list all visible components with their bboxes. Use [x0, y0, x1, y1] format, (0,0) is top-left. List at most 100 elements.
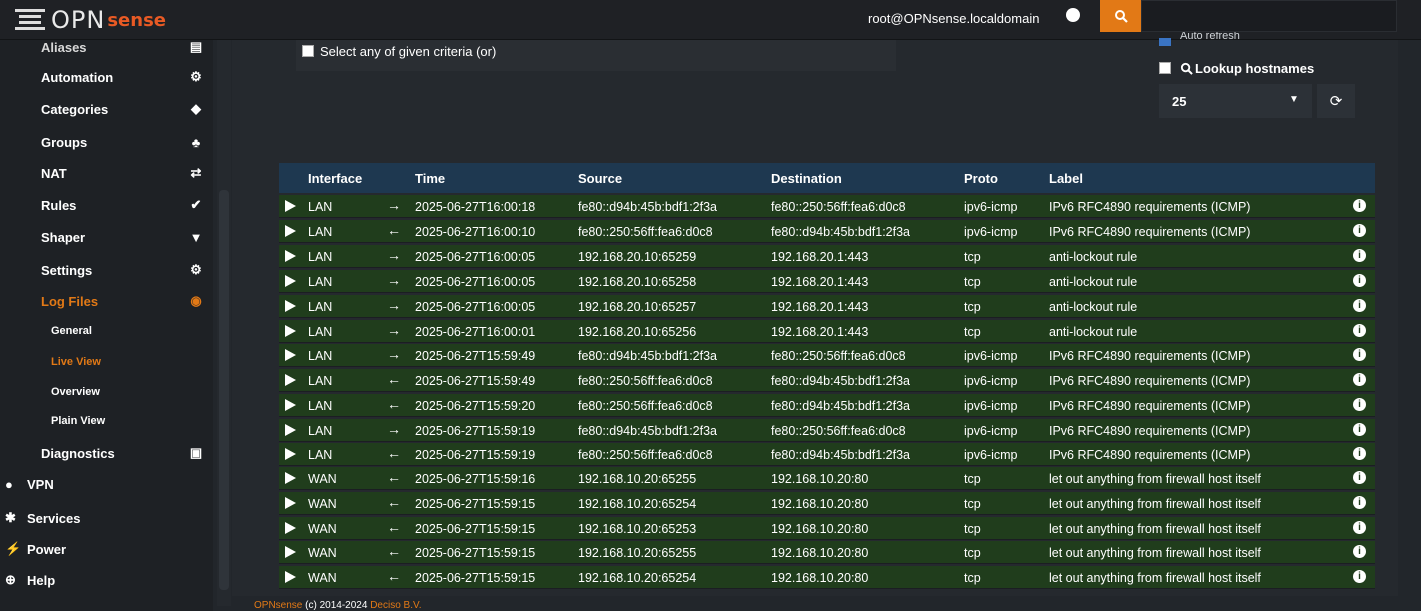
label-cell: anti-lockout rule [1049, 300, 1138, 314]
sidebar-item-aliases[interactable]: Aliases ▤ [0, 38, 213, 56]
expand-row-icon[interactable] [285, 571, 296, 583]
table-row[interactable]: LAN ← 2025-06-27T16:00:10 fe80::250:56ff:fe… [279, 220, 1375, 243]
info-icon[interactable]: i [1353, 447, 1366, 460]
interface-cell: WAN [308, 497, 337, 511]
table-row[interactable]: LAN → 2025-06-27T16:00:18 fe80::d94b:45b:bd… [279, 195, 1375, 218]
table-row[interactable]: LAN → 2025-06-27T16:00:05 192.168.20.10:652… [279, 295, 1375, 318]
proto-cell: ipv6-icmp [964, 374, 1018, 388]
interface-cell: LAN [308, 300, 333, 314]
expand-row-icon[interactable] [285, 522, 296, 534]
info-icon[interactable]: i [1353, 224, 1366, 237]
expand-row-icon[interactable] [285, 374, 296, 386]
table-row[interactable]: WAN ← 2025-06-27T15:59:15 192.168.10.20:652… [279, 541, 1375, 564]
info-icon[interactable]: i [1353, 471, 1366, 484]
source-cell: 192.168.20.10:65259 [578, 250, 697, 264]
search-icon [1180, 62, 1193, 75]
table-row[interactable]: LAN → 2025-06-27T15:59:19 fe80::d94b:45b:bd… [279, 419, 1375, 442]
sidebar-item-vpn[interactable]: ● VPN [0, 475, 213, 493]
search-button[interactable] [1100, 0, 1141, 32]
expand-row-icon[interactable] [285, 300, 296, 312]
sidebar-item-groups[interactable]: Groups ♣ [0, 133, 213, 151]
info-icon[interactable]: i [1353, 373, 1366, 386]
sidebar-scroll-thumb[interactable] [219, 190, 229, 590]
expand-row-icon[interactable] [285, 546, 296, 558]
info-icon[interactable]: i [1353, 423, 1366, 436]
destination-cell: 192.168.20.1:443 [771, 250, 869, 264]
sidebar-subitem-live-view[interactable]: Live View [51, 356, 101, 368]
info-icon[interactable]: i [1353, 249, 1366, 262]
info-icon[interactable]: i [1353, 545, 1366, 558]
expand-row-icon[interactable] [285, 250, 296, 262]
expand-row-icon[interactable] [285, 225, 296, 237]
info-icon[interactable]: i [1353, 199, 1366, 212]
column-header-time[interactable]: Time [415, 171, 445, 186]
sidebar-subitem-plain-view[interactable]: Plain View [51, 415, 105, 427]
column-header-label[interactable]: Label [1049, 171, 1083, 186]
table-row[interactable]: LAN → 2025-06-27T16:00:05 192.168.20.10:652… [279, 245, 1375, 268]
sidebar-item-rules[interactable]: Rules ✔ [0, 196, 213, 214]
table-row[interactable]: WAN ← 2025-06-27T15:59:15 192.168.10.20:652… [279, 566, 1375, 589]
column-header-source[interactable]: Source [578, 171, 622, 186]
lookup-hostnames-checkbox[interactable] [1159, 62, 1171, 74]
interface-cell: LAN [308, 275, 333, 289]
table-row[interactable]: WAN ← 2025-06-27T15:59:15 192.168.10.20:652… [279, 492, 1375, 515]
expand-row-icon[interactable] [285, 275, 296, 287]
expand-row-icon[interactable] [285, 399, 296, 411]
info-icon[interactable]: i [1353, 274, 1366, 287]
direction-icon: → [387, 421, 401, 437]
info-icon[interactable]: i [1353, 299, 1366, 312]
expand-row-icon[interactable] [285, 349, 296, 361]
sidebar-item-settings[interactable]: Settings ⚙ [0, 261, 213, 279]
sidebar-item-diagnostics[interactable]: Diagnostics ▣ [0, 444, 213, 462]
expand-row-icon[interactable] [285, 325, 296, 337]
label-cell: let out anything from firewall host itse… [1049, 497, 1261, 511]
info-icon[interactable]: i [1353, 398, 1366, 411]
sidebar-subitem-overview[interactable]: Overview [51, 386, 100, 398]
auto-refresh-checkbox[interactable] [1159, 38, 1171, 46]
column-header-destination[interactable]: Destination [771, 171, 842, 186]
sidebar-subitem-general[interactable]: General [51, 325, 92, 337]
criteria-or-checkbox[interactable] [302, 45, 314, 57]
sidebar-item-services[interactable]: ✱ Services [0, 509, 213, 527]
exchange-icon: ⇄ [190, 165, 202, 180]
table-row[interactable]: LAN ← 2025-06-27T15:59:19 fe80::250:56ff:fe… [279, 443, 1375, 466]
column-header-interface[interactable]: Interface [308, 171, 362, 186]
sidebar-item-log-files[interactable]: Log Files ◉ [0, 292, 213, 310]
direction-icon: ← [387, 396, 401, 412]
info-icon[interactable]: i [1353, 521, 1366, 534]
table-row[interactable]: LAN ← 2025-06-27T15:59:20 fe80::250:56ff:fe… [279, 394, 1375, 417]
info-icon[interactable]: i [1353, 324, 1366, 337]
info-icon[interactable]: i [1353, 570, 1366, 583]
expand-row-icon[interactable] [285, 448, 296, 460]
info-icon[interactable]: i [1353, 348, 1366, 361]
sidebar-item-automation[interactable]: Automation ⚙ [0, 68, 213, 86]
sidebar-item-shaper[interactable]: Shaper ▼ [0, 228, 213, 246]
table-row[interactable]: LAN → 2025-06-27T16:00:01 192.168.20.10:652… [279, 320, 1375, 343]
sidebar-item-power[interactable]: ⚡ Power [0, 540, 213, 558]
sidebar-item-nat[interactable]: NAT ⇄ [0, 164, 213, 182]
footer-brand-link[interactable]: OPNsense [254, 600, 302, 611]
interface-cell: LAN [308, 250, 333, 264]
table-row[interactable]: LAN → 2025-06-27T15:59:49 fe80::d94b:45b:bd… [279, 344, 1375, 367]
refresh-button[interactable]: ⟳ [1317, 84, 1355, 118]
time-cell: 2025-06-27T15:59:15 [415, 522, 536, 536]
table-row[interactable]: WAN ← 2025-06-27T15:59:16 192.168.10.20:652… [279, 467, 1375, 490]
sidebar-item-label: Rules [41, 197, 77, 213]
footer-company-link[interactable]: Deciso B.V. [370, 600, 421, 611]
theme-toggle-icon[interactable] [1066, 8, 1080, 22]
sidebar-item-label: Log Files [41, 293, 99, 309]
expand-row-icon[interactable] [285, 497, 296, 509]
search-input[interactable] [1141, 0, 1397, 32]
info-icon[interactable]: i [1353, 496, 1366, 509]
table-row[interactable]: LAN ← 2025-06-27T15:59:49 fe80::250:56ff:fe… [279, 369, 1375, 392]
expand-row-icon[interactable] [285, 200, 296, 212]
table-row[interactable]: LAN → 2025-06-27T16:00:05 192.168.20.10:652… [279, 270, 1375, 293]
table-row[interactable]: WAN ← 2025-06-27T15:59:15 192.168.10.20:652… [279, 517, 1375, 540]
opnsense-logo[interactable]: OPN sense [15, 5, 166, 35]
expand-row-icon[interactable] [285, 424, 296, 436]
expand-row-icon[interactable] [285, 472, 296, 484]
user-menu[interactable]: root@OPNsense.localdomain [868, 11, 1039, 26]
sidebar-item-help[interactable]: ⊕ Help [0, 571, 213, 589]
sidebar-item-categories[interactable]: Categories ◆ [0, 100, 213, 118]
column-header-proto[interactable]: Proto [964, 171, 998, 186]
